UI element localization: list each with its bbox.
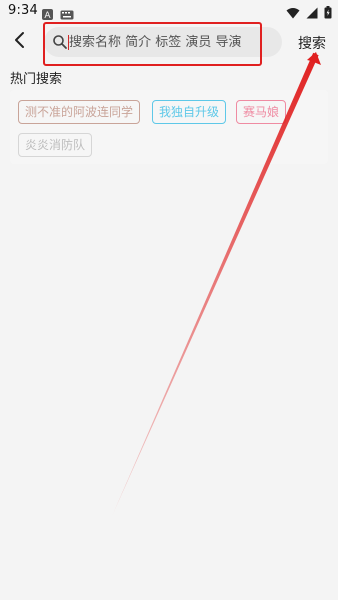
battery-icon [324,4,332,23]
status-time: 9:34 [8,3,38,18]
search-icon [52,34,68,50]
back-arrow-icon [13,31,27,53]
hot-search-title: 热门搜索 [10,72,63,87]
svg-text:A: A [44,11,51,20]
status-bar: 9:34 A [0,0,338,22]
hot-tag[interactable]: 测不准的阿波连同学 [18,100,141,124]
back-button[interactable] [6,28,34,56]
screen: 9:34 A 搜索名称 简介 标签 演员 导演 搜索 热门搜索 测不准的阿波连同… [0,0,338,600]
search-button[interactable]: 搜索 [298,33,326,53]
wifi-icon [286,4,300,23]
search-input[interactable] [69,31,269,53]
status-right-icons [286,4,332,23]
hot-tag[interactable]: 我独自升级 [152,100,227,124]
hot-tag[interactable]: 赛马娘 [236,100,287,124]
signal-icon [306,4,318,23]
search-header: 搜索 [0,22,338,64]
search-box[interactable] [44,27,282,57]
hot-tag[interactable]: 炎炎消防队 [18,133,93,157]
